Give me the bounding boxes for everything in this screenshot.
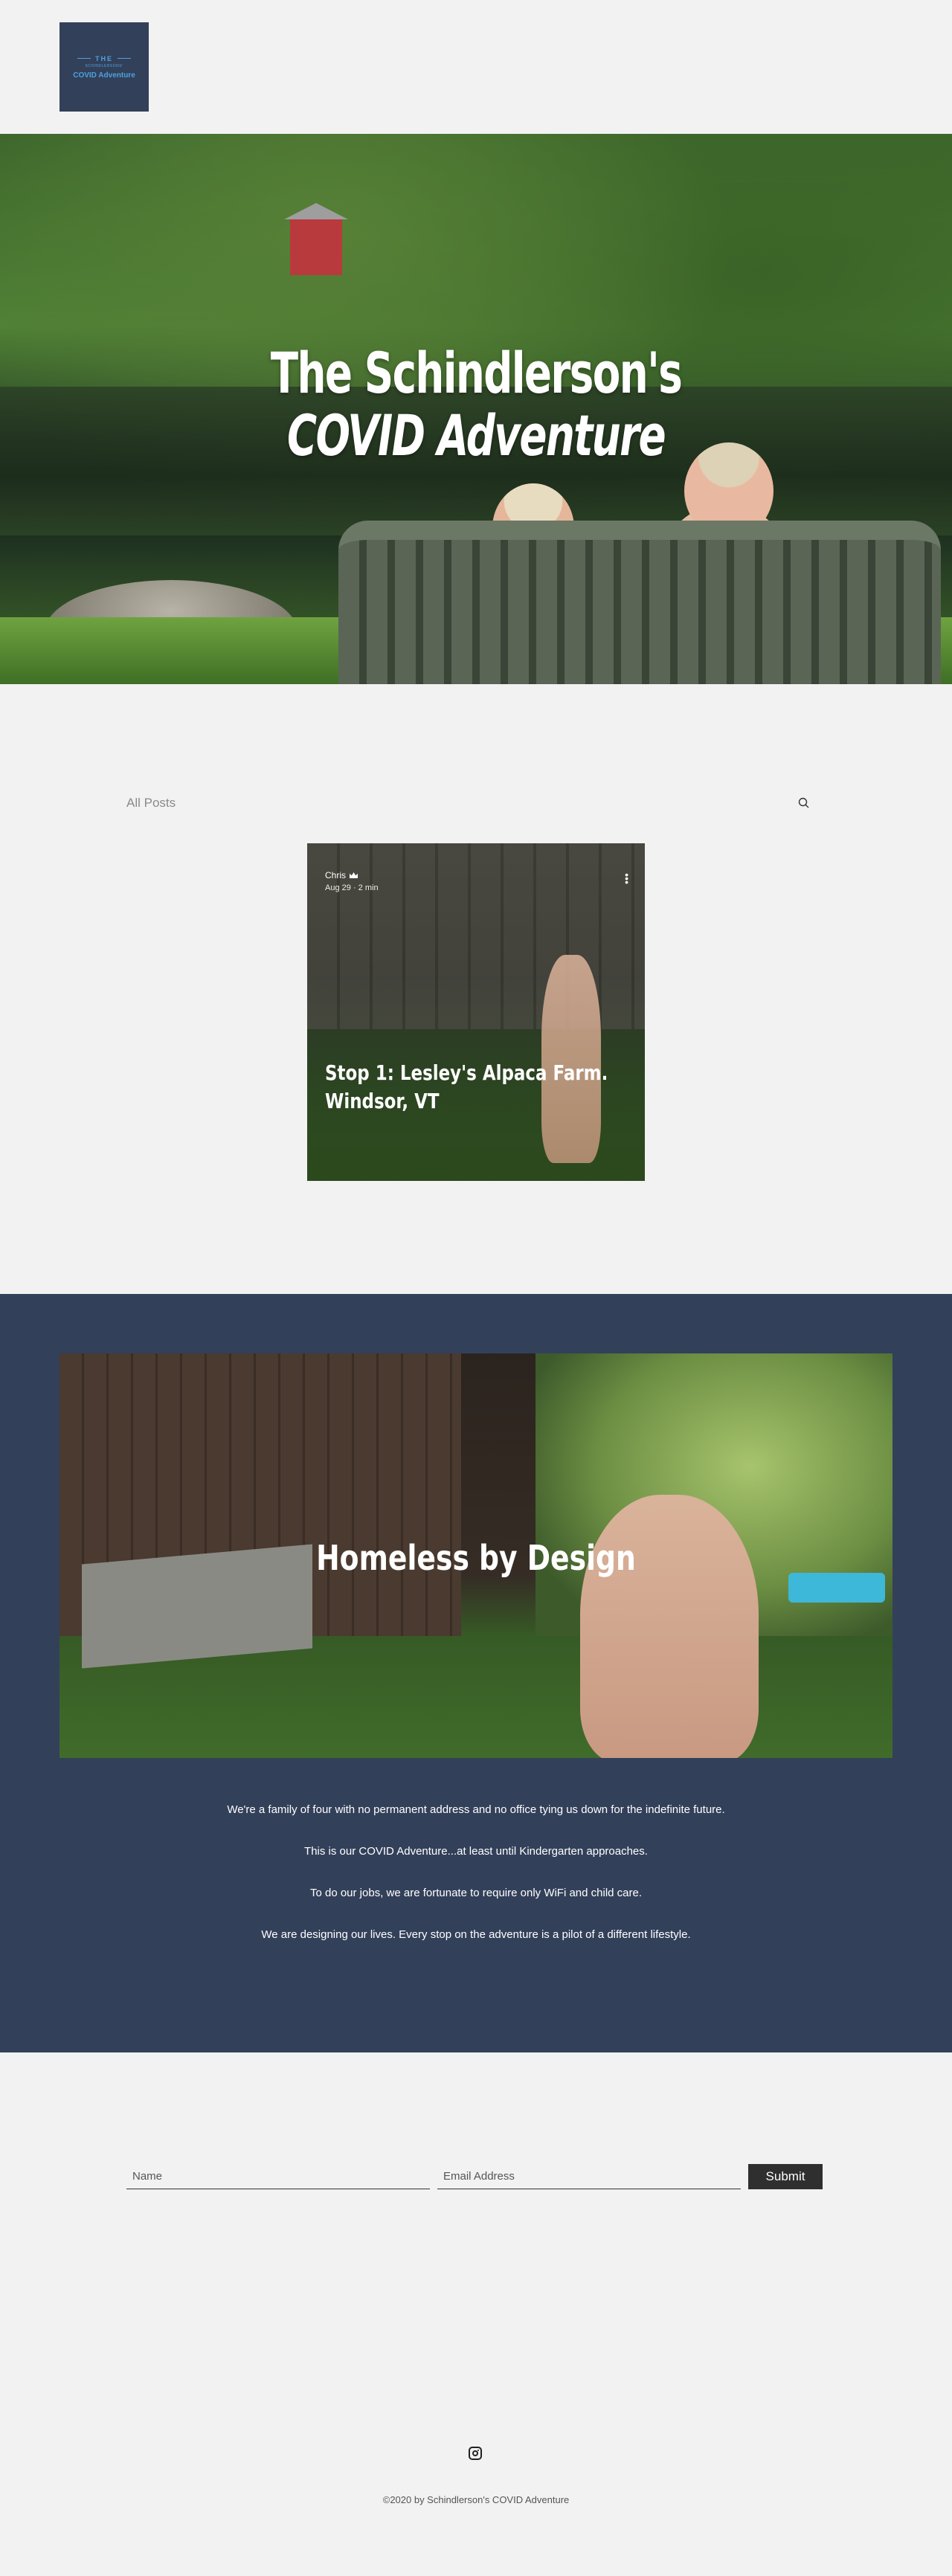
search-icon[interactable] [796, 795, 812, 811]
about-paragraph: This is our COVID Adventure...at least u… [304, 1845, 648, 1858]
blog-section: All Posts Chris Aug 29 · 2 min • • • Stop … [0, 684, 952, 1294]
post-date-line: Aug 29 · 2 min [325, 883, 379, 892]
hero-banner: The Schindlerson's COVID Adventure [0, 134, 952, 684]
logo-text-covid: COVID Adventure [73, 71, 135, 80]
site-logo[interactable]: THE SCHINDLERSONS' COVID Adventure [60, 22, 149, 112]
post-meta-separator: · [353, 883, 358, 892]
about-image-child [580, 1495, 759, 1758]
about-image: Homeless by Design [60, 1353, 892, 1758]
logo-text-family: SCHINDLERSONS' [85, 63, 123, 68]
post-author[interactable]: Chris [325, 870, 379, 880]
all-posts-link[interactable]: All Posts [126, 796, 176, 811]
site-header: THE SCHINDLERSONS' COVID Adventure [0, 0, 952, 134]
hero-image-bench [338, 521, 941, 684]
post-title[interactable]: Stop 1: Lesley's Alpaca Farm. Windsor, V… [325, 1059, 630, 1115]
site-footer: ©2020 by Schindlerson's COVID Adventure [0, 2447, 952, 2576]
blog-nav: All Posts [126, 794, 812, 812]
post-author-name: Chris [325, 870, 347, 880]
about-paragraph: We are designing our lives. Every stop o… [261, 1928, 691, 1941]
subscribe-section: Name Email Address Submit [0, 2052, 952, 2447]
about-text: We're a family of four with no permanent… [0, 1803, 952, 1969]
crown-icon [350, 872, 358, 878]
subscribe-form: Name Email Address Submit [126, 2164, 823, 2189]
post-read-time: 2 min [358, 883, 379, 892]
logo-text-the: THE [77, 55, 131, 62]
hero-image-barn [284, 203, 348, 275]
blog-post-card[interactable]: Chris Aug 29 · 2 min • • • Stop 1: Lesley'… [307, 843, 645, 1181]
instagram-icon[interactable] [469, 2447, 482, 2460]
post-meta: Chris Aug 29 · 2 min [325, 870, 379, 892]
search-icon-glyph [798, 797, 809, 808]
hero-title-line-1: The Schindlerson's [270, 340, 683, 406]
about-section: Homeless by Design We're a family of fou… [0, 1294, 952, 2052]
hero-title: The Schindlerson's COVID Adventure [0, 342, 952, 466]
submit-button[interactable]: Submit [748, 2164, 823, 2189]
about-title: Homeless by Design [316, 1538, 636, 1578]
hero-title-line-2: COVID Adventure [286, 402, 666, 468]
about-paragraph: To do our jobs, we are fortunate to requ… [309, 1887, 643, 1899]
copyright-text: ©2020 by Schindlerson's COVID Adventure [382, 2494, 570, 2505]
post-date: Aug 29 [325, 883, 351, 892]
more-options-icon[interactable]: • • • [625, 869, 628, 887]
name-field[interactable]: Name [126, 2164, 430, 2189]
email-field[interactable]: Email Address [437, 2164, 741, 2189]
about-paragraph: We're a family of four with no permanent… [227, 1803, 725, 1816]
